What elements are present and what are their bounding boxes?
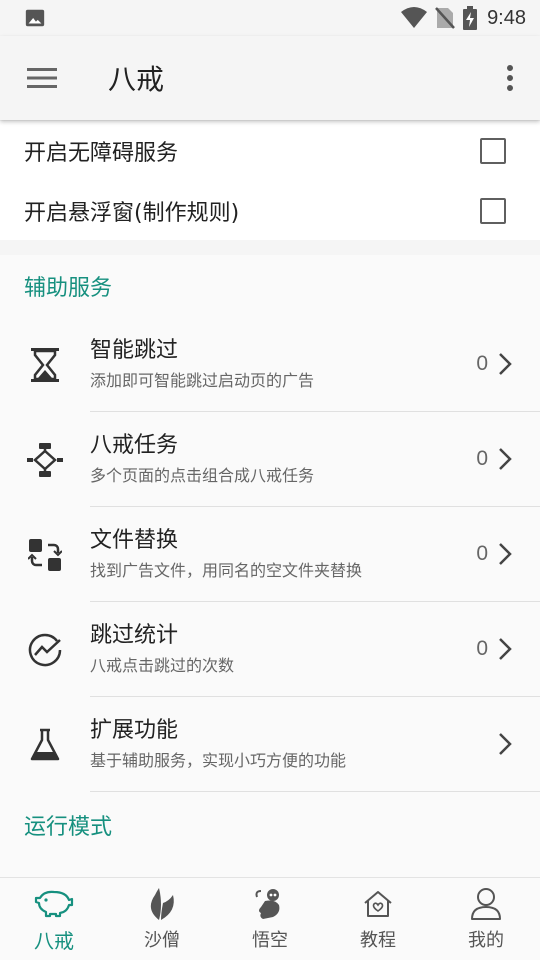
item-subtitle: 基于辅助服务，实现小巧方便的功能 <box>90 751 347 770</box>
chevron-right-icon <box>498 637 512 661</box>
nav-label: 我的 <box>468 930 504 951</box>
pig-icon <box>34 890 74 917</box>
chevron-right-icon <box>498 447 512 471</box>
monkey-icon <box>255 889 280 919</box>
section-header-mode: 运行模式 <box>24 815 113 840</box>
floating-window-switch-label: 开启悬浮窗(制作规则) <box>24 201 240 226</box>
chevron-right-icon <box>498 542 512 566</box>
item-subtitle: 添加即可智能跳过启动页的广告 <box>90 371 315 390</box>
floating-window-checkbox[interactable] <box>480 198 506 224</box>
assist-services-card: 辅助服务 智能跳过 添加即可智能跳过启动页的广告 0 八戒任务 多个页面的点击组… <box>0 255 540 877</box>
nav-item-mine[interactable]: 我的 <box>432 878 540 960</box>
nav-label: 悟空 <box>252 930 288 951</box>
section-header-assist: 辅助服务 <box>24 276 113 301</box>
item-title: 跳过统计 <box>90 623 179 648</box>
nav-item-wukong[interactable]: 悟空 <box>216 878 324 960</box>
list-item-extensions[interactable]: 扩展功能 基于辅助服务，实现小巧方便的功能 <box>0 697 540 792</box>
list-item-file-replace[interactable]: 文件替换 找到广告文件，用同名的空文件夹替换 0 <box>0 507 540 602</box>
app-bar: 八戒 <box>0 36 540 120</box>
flow-icon <box>27 442 63 477</box>
nav-label: 沙僧 <box>144 930 180 951</box>
nav-label: 八戒 <box>34 928 74 953</box>
item-subtitle: 找到广告文件，用同名的空文件夹替换 <box>90 561 363 580</box>
item-subtitle: 八戒点击跳过的次数 <box>90 656 235 675</box>
list-item-smart-skip[interactable]: 智能跳过 添加即可智能跳过启动页的广告 0 <box>0 317 540 412</box>
no-sim-icon <box>435 6 455 30</box>
person-icon <box>471 888 501 920</box>
service-switches: 开启无障碍服务 开启悬浮窗(制作规则) <box>0 121 540 240</box>
accessibility-checkbox[interactable] <box>480 138 506 164</box>
item-count: 0 <box>476 447 488 470</box>
hourglass-icon <box>31 347 59 382</box>
wifi-icon <box>401 7 428 29</box>
stats-icon <box>28 633 62 666</box>
more-options-button[interactable] <box>480 36 540 120</box>
accessibility-switch-label: 开启无障碍服务 <box>24 141 179 166</box>
leaf-icon <box>150 888 174 920</box>
flask-icon <box>30 728 60 760</box>
item-title: 文件替换 <box>90 528 179 553</box>
item-count: 0 <box>476 637 488 660</box>
battery-charging-icon <box>463 6 478 30</box>
chevron-right-icon <box>498 352 512 376</box>
nav-item-shaseng[interactable]: 沙僧 <box>108 878 216 960</box>
more-vert-icon <box>507 65 513 91</box>
accessibility-switch-row[interactable]: 开启无障碍服务 <box>0 121 540 181</box>
item-count: 0 <box>476 542 488 565</box>
item-title: 智能跳过 <box>90 338 179 363</box>
item-subtitle: 多个页面的点击组合成八戒任务 <box>90 466 315 485</box>
status-bar: 9:48 <box>0 0 540 36</box>
bottom-navigation: 八戒 沙僧 悟空 教程 我的 <box>0 877 540 960</box>
hamburger-icon <box>27 68 57 88</box>
item-title: 扩展功能 <box>90 718 179 743</box>
page-title: 八戒 <box>108 63 165 96</box>
image-notification-icon <box>24 7 46 29</box>
chevron-right-icon <box>498 732 512 756</box>
floating-window-switch-row[interactable]: 开启悬浮窗(制作规则) <box>0 181 540 241</box>
menu-button[interactable] <box>0 36 84 120</box>
nav-item-tutorial[interactable]: 教程 <box>324 878 432 960</box>
status-time: 9:48 <box>487 6 526 29</box>
item-count: 0 <box>476 352 488 375</box>
swap-icon <box>28 538 62 571</box>
item-title: 八戒任务 <box>90 433 179 458</box>
nav-label: 教程 <box>360 930 396 951</box>
list-item-skip-stats[interactable]: 跳过统计 八戒点击跳过的次数 0 <box>0 602 540 697</box>
home-heart-icon <box>364 891 392 917</box>
list-item-bajie-task[interactable]: 八戒任务 多个页面的点击组合成八戒任务 0 <box>0 412 540 507</box>
nav-item-bajie[interactable]: 八戒 <box>0 878 108 960</box>
